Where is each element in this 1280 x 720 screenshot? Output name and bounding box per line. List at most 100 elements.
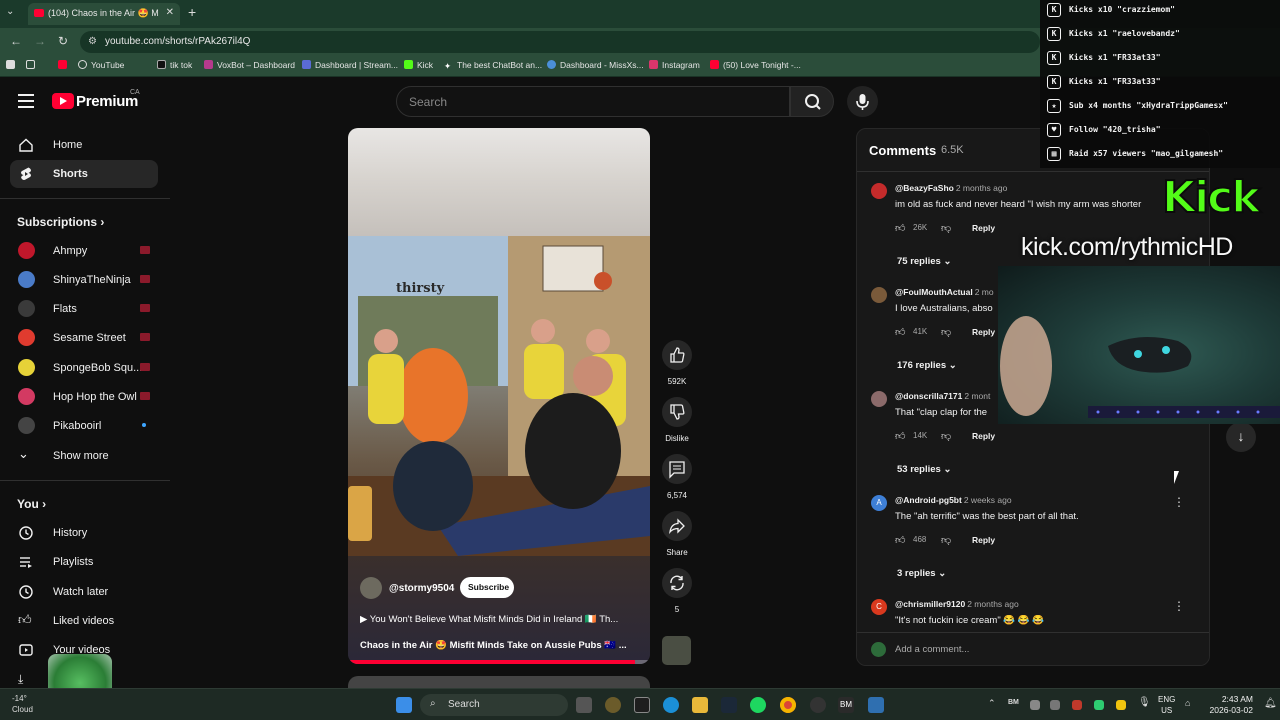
comment-dislike-icon[interactable]: 👎︎ bbox=[941, 534, 951, 546]
shorts-player[interactable]: thirsty @stormy9504 Subscribe ▶ You Won'… bbox=[348, 128, 650, 664]
view-replies-button[interactable]: 75 replies ⌄ bbox=[897, 256, 951, 267]
notification-bell-icon[interactable]: 🔔︎ bbox=[1264, 698, 1277, 709]
edge-icon[interactable] bbox=[663, 697, 679, 713]
dislike-button[interactable] bbox=[662, 397, 692, 427]
comment-reply-button[interactable]: Reply bbox=[972, 223, 995, 233]
shield-app-icon[interactable] bbox=[868, 697, 884, 713]
network-icon[interactable]: ⌂ bbox=[1185, 698, 1190, 708]
voice-search-button[interactable] bbox=[847, 86, 878, 117]
comment-avatar[interactable] bbox=[871, 391, 887, 407]
sidebar-item-flats[interactable]: Flats bbox=[10, 295, 158, 323]
like-button[interactable] bbox=[662, 340, 692, 370]
microphone-icon[interactable]: 🎙︎ bbox=[1138, 697, 1151, 708]
subscriptions-heading[interactable]: Subscriptions › bbox=[17, 215, 104, 229]
view-replies-button[interactable]: 3 replies ⌄ bbox=[897, 568, 946, 579]
forward-arrow-icon[interactable]: → bbox=[34, 34, 46, 48]
bookmark-chatbot[interactable]: ✦ The best ChatBot an... bbox=[444, 60, 542, 71]
bookmark-tiktok[interactable]: tik tok bbox=[157, 60, 192, 70]
tray-app-icon[interactable] bbox=[1094, 700, 1104, 710]
comment-like-icon[interactable]: 👍︎ bbox=[895, 430, 905, 442]
comment-more-icon[interactable]: ⋮ bbox=[1173, 599, 1185, 613]
video-description-link[interactable]: ▶ You Won't Believe What Misfit Minds Di… bbox=[360, 614, 642, 625]
comment-avatar[interactable] bbox=[871, 183, 887, 199]
close-tab-icon[interactable]: ✕ bbox=[166, 7, 174, 18]
file-explorer-icon[interactable] bbox=[692, 697, 708, 713]
sidebar-show-more[interactable]: ⌄ Show more bbox=[10, 442, 158, 470]
comment-author[interactable]: @FoulMouthActual 2 mo bbox=[895, 287, 994, 297]
sidebar-item-shorts[interactable]: Shorts bbox=[10, 160, 158, 188]
sidebar-item-pikabooirl[interactable]: Pikabooirl bbox=[10, 412, 158, 440]
reload-icon[interactable]: ↻ bbox=[58, 34, 68, 48]
bookmark-dashboard-missx[interactable]: Dashboard - MissXs... bbox=[547, 60, 644, 70]
search-button[interactable] bbox=[790, 86, 834, 117]
bookmark-voxbot[interactable]: VoxBot – Dashboard bbox=[204, 60, 295, 70]
comment-more-icon[interactable]: ⋮ bbox=[1173, 495, 1185, 509]
sound-thumbnail[interactable] bbox=[662, 636, 691, 665]
world-of-warcraft-icon[interactable] bbox=[605, 697, 621, 713]
sidebar-item-hop-hop-the-owl[interactable]: Hop Hop the Owl bbox=[10, 383, 158, 411]
tray-app-icon[interactable] bbox=[1030, 700, 1040, 710]
share-button[interactable] bbox=[662, 511, 692, 541]
comment-reply-button[interactable]: Reply bbox=[972, 431, 995, 441]
obs-icon[interactable] bbox=[810, 697, 826, 713]
next-video-arrow-icon[interactable]: ↓ bbox=[1226, 422, 1256, 452]
comment-author[interactable]: @chrismiller9120 2 months ago bbox=[895, 599, 1019, 609]
steam-icon[interactable] bbox=[721, 697, 737, 713]
sidebar-item-spongebob[interactable]: SpongeBob Squ... bbox=[10, 354, 158, 382]
taskbar-clock[interactable]: 2:43 AM 2026-03-02 bbox=[1197, 694, 1253, 716]
apps-grid-icon[interactable] bbox=[26, 60, 39, 70]
sidebar-item-ahmpy[interactable]: Ahmpy bbox=[10, 237, 158, 265]
language-indicator[interactable]: ENG US bbox=[1158, 694, 1175, 716]
comment-avatar[interactable] bbox=[871, 287, 887, 303]
comment-author[interactable]: @Android-pg5bt 2 weeks ago bbox=[895, 495, 1012, 505]
comment-like-icon[interactable]: 👍︎ bbox=[895, 534, 905, 546]
comment-avatar[interactable]: C bbox=[871, 599, 887, 615]
bookmark-streamelements[interactable]: Dashboard | Stream... bbox=[302, 60, 398, 70]
subscribe-button[interactable]: Subscribe bbox=[460, 577, 514, 598]
sidebar-item-shinyatheninja[interactable]: ShinyaTheNinja bbox=[10, 266, 158, 294]
sidebar-item-sesame-street[interactable]: Sesame Street bbox=[10, 324, 158, 352]
bookmark-youtube-red[interactable] bbox=[58, 60, 71, 70]
comment-like-icon[interactable]: 👍︎ bbox=[895, 326, 905, 338]
comment-author[interactable]: @BeazyFaSho 2 months ago bbox=[895, 183, 1007, 193]
download-icon[interactable]: ⤓ bbox=[18, 672, 23, 687]
comment-author[interactable]: @donscrilla7171 2 mont bbox=[895, 391, 990, 401]
app-icon[interactable] bbox=[634, 697, 650, 713]
back-arrow-icon[interactable]: ← bbox=[10, 34, 22, 48]
new-tab-plus-icon[interactable]: + bbox=[188, 4, 196, 20]
bookmark-love-tonight[interactable]: (50) Love Tonight -... bbox=[710, 60, 801, 70]
bookmark-instagram[interactable]: Instagram bbox=[649, 60, 700, 70]
comments-button[interactable] bbox=[662, 454, 692, 484]
sidebar-item-playlists[interactable]: Playlists bbox=[10, 548, 158, 576]
sidebar-item-history[interactable]: History bbox=[10, 519, 158, 547]
video-title[interactable]: Chaos in the Air 🤩 Misfit Minds Take on … bbox=[360, 640, 642, 651]
task-view-icon[interactable] bbox=[576, 697, 592, 713]
weather-widget[interactable]: -14° Cloud bbox=[12, 693, 33, 715]
comment-dislike-icon[interactable]: 👎︎ bbox=[941, 430, 951, 442]
taskbar-search[interactable]: ⌕ Search bbox=[420, 694, 568, 716]
you-heading[interactable]: You › bbox=[17, 497, 46, 511]
video-progress-bar[interactable] bbox=[348, 660, 650, 664]
comment-dislike-icon[interactable]: 👎︎ bbox=[941, 326, 951, 338]
youtube-premium-brand[interactable]: Premium bbox=[76, 93, 138, 110]
add-comment-input[interactable]: Add a comment... bbox=[895, 644, 969, 655]
comment-like-icon[interactable]: 👍︎ bbox=[895, 222, 905, 234]
bookmark-kick[interactable]: Kick bbox=[404, 60, 433, 70]
windows-start-icon[interactable] bbox=[396, 697, 412, 713]
view-replies-button[interactable]: 176 replies ⌄ bbox=[897, 360, 957, 371]
address-bar[interactable]: ⚙ youtube.com/shorts/rPAk267il4Q bbox=[80, 31, 1040, 53]
tab-search-chevron-icon[interactable]: ⌄ bbox=[6, 6, 14, 17]
youtube-logo-icon[interactable] bbox=[52, 93, 74, 109]
tray-bm-icon[interactable]: BM bbox=[1008, 699, 1019, 706]
search-input[interactable]: Search bbox=[396, 86, 790, 117]
tray-app-icon[interactable] bbox=[1050, 700, 1060, 710]
site-info-icon[interactable]: ⚙ bbox=[88, 36, 97, 47]
app-bm-icon[interactable]: BM bbox=[838, 697, 854, 713]
spotify-icon[interactable] bbox=[750, 697, 766, 713]
tray-chevron-up-icon[interactable]: ⌃ bbox=[988, 698, 996, 709]
sidebar-item-watch-later[interactable]: Watch later bbox=[10, 578, 158, 606]
sidebar-item-liked-videos[interactable]: 👍︎ Liked videos bbox=[10, 607, 158, 635]
bookmark-page-icon[interactable] bbox=[6, 60, 19, 70]
channel-name[interactable]: @stormy9504 bbox=[389, 583, 454, 594]
tray-app-icon[interactable] bbox=[1116, 700, 1126, 710]
